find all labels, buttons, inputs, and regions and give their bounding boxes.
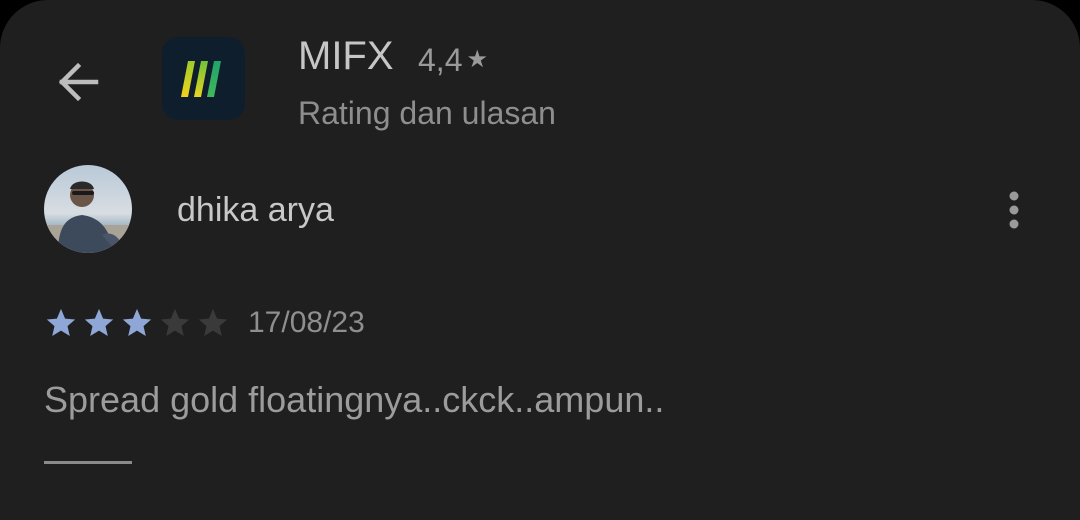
star-filled-icon [84,308,114,337]
star-icon: ★ [466,46,488,73]
more-options-button[interactable] [994,180,1034,240]
review-text: Spread gold floatingnya..ckck..ampun.. [44,379,665,420]
reviewer-name: dhika arya [177,191,334,229]
divider [44,461,132,464]
review-star-rating [44,306,230,340]
star-empty-icon [198,308,228,337]
arrow-left-icon [58,62,99,102]
rating-value: 4,4 [418,42,463,78]
app-rating: 4,4 ★ [418,40,488,80]
app-name: MIFX [298,34,394,78]
page-subtitle: Rating dan ulasan [298,95,556,131]
review-date: 17/08/23 [248,306,365,339]
ratings-reviews-panel: MIFX 4,4 ★ Rating dan ulasan dhika arya … [0,0,1080,520]
star-filled-icon [46,308,76,337]
mifx-app-icon [162,37,245,120]
back-button[interactable] [48,52,108,112]
more-vertical-icon [1009,191,1019,229]
star-filled-icon [122,308,152,337]
avatar [44,165,132,253]
star-empty-icon [160,308,190,337]
